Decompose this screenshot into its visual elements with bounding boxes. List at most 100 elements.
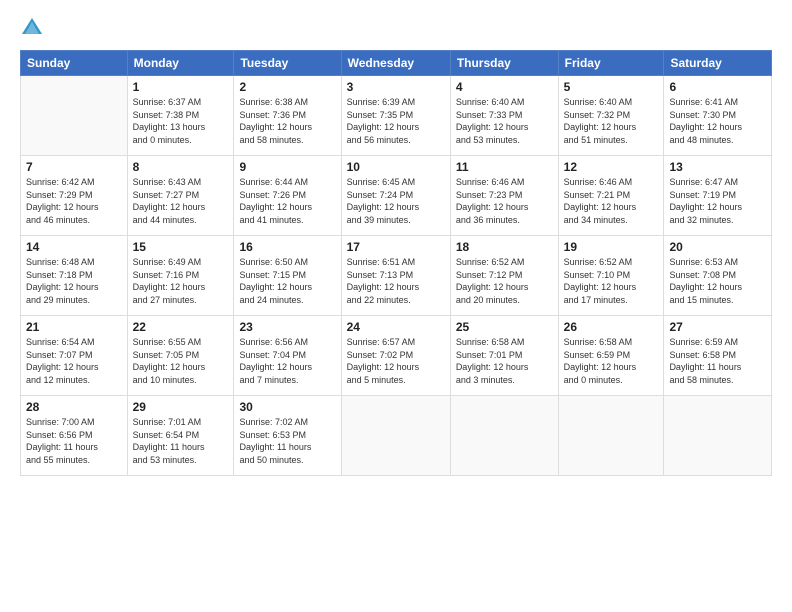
calendar-cell: 27Sunrise: 6:59 AMSunset: 6:58 PMDayligh… [664, 316, 772, 396]
calendar-week-2: 7 Sunrise: 6:42 AMSunset: 7:29 PMDaylight… [21, 156, 772, 236]
calendar-header-monday: Monday [127, 51, 234, 76]
logo [20, 16, 48, 40]
day-info: Sunrise: 6:40 AMSunset: 7:32 PMDaylight:… [564, 96, 659, 146]
day-number: 10 [347, 160, 445, 174]
calendar-cell: 19Sunrise: 6:52 AMSunset: 7:10 PMDayligh… [558, 236, 664, 316]
day-number: 21 [26, 320, 122, 334]
day-number: 5 [564, 80, 659, 94]
calendar-cell: 11Sunrise: 6:46 AMSunset: 7:23 PMDayligh… [450, 156, 558, 236]
day-info: Sunrise: 6:56 AMSunset: 7:04 PMDaylight:… [239, 336, 335, 386]
calendar-cell: 1 Sunrise: 6:37 AMSunset: 7:38 PMDaylight… [127, 76, 234, 156]
calendar-cell: 17 Sunrise: 6:51 AMSunset: 7:13 PMDayligh… [341, 236, 450, 316]
calendar-cell: 21 Sunrise: 6:54 AMSunset: 7:07 PMDayligh… [21, 316, 128, 396]
day-number: 7 [26, 160, 122, 174]
day-number: 29 [133, 400, 229, 414]
day-number: 30 [239, 400, 335, 414]
calendar-cell [21, 76, 128, 156]
day-info: Sunrise: 6:38 AMSunset: 7:36 PMDaylight:… [239, 96, 335, 146]
calendar-cell: 26 Sunrise: 6:58 AMSunset: 6:59 PMDayligh… [558, 316, 664, 396]
calendar-cell: 24 Sunrise: 6:57 AMSunset: 7:02 PMDayligh… [341, 316, 450, 396]
day-info: Sunrise: 6:40 AMSunset: 7:33 PMDaylight:… [456, 96, 553, 146]
day-number: 28 [26, 400, 122, 414]
calendar-cell [450, 396, 558, 476]
day-number: 22 [133, 320, 229, 334]
calendar-table: SundayMondayTuesdayWednesdayThursdayFrid… [20, 50, 772, 476]
calendar-header-tuesday: Tuesday [234, 51, 341, 76]
day-info: Sunrise: 6:46 AMSunset: 7:21 PMDaylight:… [564, 176, 659, 226]
calendar-cell: 10 Sunrise: 6:45 AMSunset: 7:24 PMDayligh… [341, 156, 450, 236]
day-info: Sunrise: 6:48 AMSunset: 7:18 PMDaylight:… [26, 256, 122, 306]
day-info: Sunrise: 6:58 AMSunset: 6:59 PMDaylight:… [564, 336, 659, 386]
day-info: Sunrise: 6:55 AMSunset: 7:05 PMDaylight:… [133, 336, 229, 386]
day-info: Sunrise: 6:53 AMSunset: 7:08 PMDaylight:… [669, 256, 766, 306]
header [20, 16, 772, 40]
day-info: Sunrise: 6:41 AMSunset: 7:30 PMDaylight:… [669, 96, 766, 146]
day-number: 1 [133, 80, 229, 94]
day-info: Sunrise: 6:39 AMSunset: 7:35 PMDaylight:… [347, 96, 445, 146]
calendar-cell: 12Sunrise: 6:46 AMSunset: 7:21 PMDayligh… [558, 156, 664, 236]
calendar-header-saturday: Saturday [664, 51, 772, 76]
day-number: 3 [347, 80, 445, 94]
calendar-cell: 6 Sunrise: 6:41 AMSunset: 7:30 PMDaylight… [664, 76, 772, 156]
calendar-header-row: SundayMondayTuesdayWednesdayThursdayFrid… [21, 51, 772, 76]
day-number: 9 [239, 160, 335, 174]
calendar-week-5: 28 Sunrise: 7:00 AMSunset: 6:56 PMDayligh… [21, 396, 772, 476]
day-number: 18 [456, 240, 553, 254]
calendar-week-1: 1 Sunrise: 6:37 AMSunset: 7:38 PMDaylight… [21, 76, 772, 156]
calendar-header-sunday: Sunday [21, 51, 128, 76]
day-info: Sunrise: 6:50 AMSunset: 7:15 PMDaylight:… [239, 256, 335, 306]
calendar-cell: 29 Sunrise: 7:01 AMSunset: 6:54 PMDayligh… [127, 396, 234, 476]
day-info: Sunrise: 6:54 AMSunset: 7:07 PMDaylight:… [26, 336, 122, 386]
day-info: Sunrise: 6:51 AMSunset: 7:13 PMDaylight:… [347, 256, 445, 306]
day-info: Sunrise: 6:57 AMSunset: 7:02 PMDaylight:… [347, 336, 445, 386]
day-info: Sunrise: 6:46 AMSunset: 7:23 PMDaylight:… [456, 176, 553, 226]
calendar-cell: 8 Sunrise: 6:43 AMSunset: 7:27 PMDaylight… [127, 156, 234, 236]
calendar-cell [341, 396, 450, 476]
calendar-cell [558, 396, 664, 476]
day-number: 27 [669, 320, 766, 334]
day-info: Sunrise: 6:49 AMSunset: 7:16 PMDaylight:… [133, 256, 229, 306]
day-info: Sunrise: 6:43 AMSunset: 7:27 PMDaylight:… [133, 176, 229, 226]
calendar-cell: 23 Sunrise: 6:56 AMSunset: 7:04 PMDayligh… [234, 316, 341, 396]
calendar-cell: 15 Sunrise: 6:49 AMSunset: 7:16 PMDayligh… [127, 236, 234, 316]
day-number: 6 [669, 80, 766, 94]
calendar-cell: 20 Sunrise: 6:53 AMSunset: 7:08 PMDayligh… [664, 236, 772, 316]
calendar-week-4: 21 Sunrise: 6:54 AMSunset: 7:07 PMDayligh… [21, 316, 772, 396]
day-number: 15 [133, 240, 229, 254]
calendar-cell: 2 Sunrise: 6:38 AMSunset: 7:36 PMDaylight… [234, 76, 341, 156]
calendar-cell: 28 Sunrise: 7:00 AMSunset: 6:56 PMDayligh… [21, 396, 128, 476]
day-number: 17 [347, 240, 445, 254]
day-number: 13 [669, 160, 766, 174]
day-number: 26 [564, 320, 659, 334]
calendar-cell: 13 Sunrise: 6:47 AMSunset: 7:19 PMDayligh… [664, 156, 772, 236]
day-info: Sunrise: 6:42 AMSunset: 7:29 PMDaylight:… [26, 176, 122, 226]
day-info: Sunrise: 6:37 AMSunset: 7:38 PMDaylight:… [133, 96, 229, 146]
calendar-cell [664, 396, 772, 476]
calendar-cell: 7 Sunrise: 6:42 AMSunset: 7:29 PMDaylight… [21, 156, 128, 236]
calendar-header-friday: Friday [558, 51, 664, 76]
logo-icon [20, 16, 44, 40]
day-info: Sunrise: 6:52 AMSunset: 7:12 PMDaylight:… [456, 256, 553, 306]
calendar-cell: 4Sunrise: 6:40 AMSunset: 7:33 PMDaylight… [450, 76, 558, 156]
day-number: 20 [669, 240, 766, 254]
day-number: 19 [564, 240, 659, 254]
calendar-cell: 30Sunrise: 7:02 AMSunset: 6:53 PMDayligh… [234, 396, 341, 476]
page: SundayMondayTuesdayWednesdayThursdayFrid… [0, 0, 792, 612]
day-info: Sunrise: 6:44 AMSunset: 7:26 PMDaylight:… [239, 176, 335, 226]
day-number: 24 [347, 320, 445, 334]
day-number: 23 [239, 320, 335, 334]
day-info: Sunrise: 6:45 AMSunset: 7:24 PMDaylight:… [347, 176, 445, 226]
day-number: 8 [133, 160, 229, 174]
calendar-cell: 22 Sunrise: 6:55 AMSunset: 7:05 PMDayligh… [127, 316, 234, 396]
calendar-cell: 18 Sunrise: 6:52 AMSunset: 7:12 PMDayligh… [450, 236, 558, 316]
calendar-cell: 25Sunrise: 6:58 AMSunset: 7:01 PMDayligh… [450, 316, 558, 396]
calendar-week-3: 14Sunrise: 6:48 AMSunset: 7:18 PMDayligh… [21, 236, 772, 316]
day-info: Sunrise: 7:01 AMSunset: 6:54 PMDaylight:… [133, 416, 229, 466]
day-info: Sunrise: 6:47 AMSunset: 7:19 PMDaylight:… [669, 176, 766, 226]
day-info: Sunrise: 7:00 AMSunset: 6:56 PMDaylight:… [26, 416, 122, 466]
day-number: 16 [239, 240, 335, 254]
calendar-cell: 16 Sunrise: 6:50 AMSunset: 7:15 PMDayligh… [234, 236, 341, 316]
calendar-cell: 5 Sunrise: 6:40 AMSunset: 7:32 PMDaylight… [558, 76, 664, 156]
day-number: 2 [239, 80, 335, 94]
calendar-cell: 3 Sunrise: 6:39 AMSunset: 7:35 PMDaylight… [341, 76, 450, 156]
